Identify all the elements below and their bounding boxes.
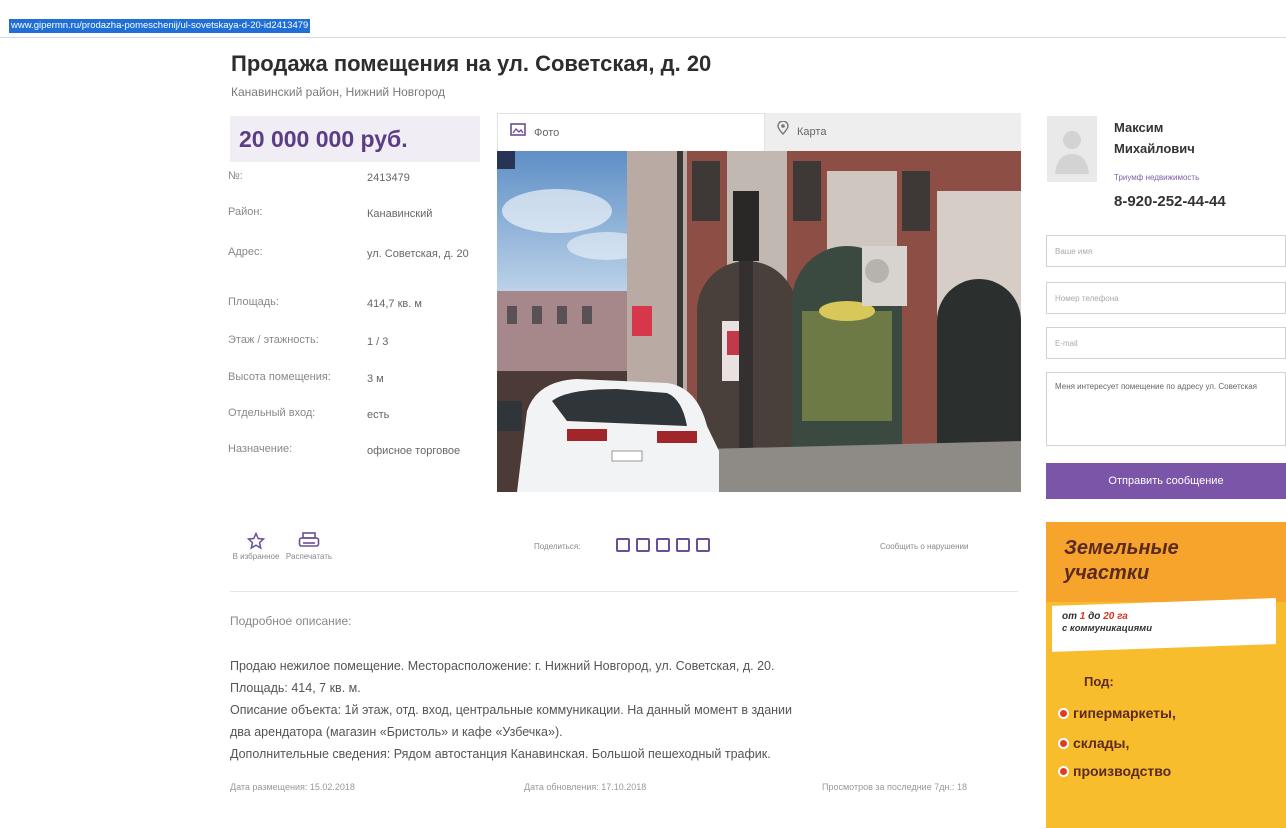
param-value: офисное торговое [367, 445, 461, 457]
param-value: 414,7 кв. м [367, 298, 422, 310]
param-value: 3 м [367, 373, 384, 385]
price-box: 20 000 000 руб. [230, 116, 480, 162]
banner-item: склады, [1058, 735, 1129, 751]
share-label: Поделиться: [534, 542, 581, 551]
media-tabs: Фото Карта [497, 113, 1021, 151]
bullet-icon [1058, 738, 1069, 749]
param-label: Площадь: [228, 296, 279, 308]
banner-header: Земельные участки [1046, 522, 1286, 602]
banner-range-note: с коммуникациями [1062, 623, 1152, 634]
avatar [1047, 116, 1097, 182]
name-field[interactable]: Ваше имя [1046, 235, 1286, 267]
star-icon [232, 531, 280, 552]
bullet-icon [1058, 766, 1069, 777]
divider [0, 37, 1286, 38]
page-subtitle: Канавинский район, Нижний Новгород [231, 85, 446, 99]
banner-range: от 1 до 20 га [1062, 611, 1128, 622]
listing-photo[interactable] [497, 151, 1021, 492]
print-button[interactable]: Распечатать [284, 532, 334, 561]
message-field[interactable]: Меня интересует помещение по адресу ул. … [1046, 372, 1286, 446]
banner-range-text: от [1062, 611, 1080, 622]
description-line: Продаю нежилое помещение. Месторасположе… [230, 659, 775, 673]
share-twitter-icon[interactable] [656, 538, 670, 552]
agent-phone: 8-920-252-44-44 [1114, 193, 1226, 210]
description-line: Дополнительные сведения: Рядом автостанц… [230, 747, 771, 761]
tab-map[interactable]: Карта [765, 113, 1021, 151]
share-vk-icon[interactable] [616, 538, 630, 552]
param-label: Отдельный вход: [228, 407, 316, 419]
send-message-button[interactable]: Отправить сообщение [1046, 463, 1286, 499]
price: 20 000 000 руб. [239, 126, 408, 152]
selected-url: www.gipermn.ru/prodazha-pomeschenij/ul-s… [9, 19, 311, 33]
description-line: Площадь: 414, 7 кв. м. [230, 681, 361, 695]
tab-map-label: Карта [797, 126, 827, 138]
param-label: Адрес: [228, 246, 263, 258]
share-mailru-icon[interactable] [696, 538, 710, 552]
param-label: Район: [228, 206, 263, 218]
banner-title-line: Земельные [1064, 537, 1179, 559]
printer-icon [284, 532, 334, 552]
description-title: Подробное описание: [230, 614, 352, 628]
param-value: 1 / 3 [367, 336, 389, 348]
banner-item-label: склады, [1073, 735, 1130, 751]
print-label: Распечатать [285, 552, 333, 561]
ad-banner[interactable]: Земельные участки от 1 до 20 га с коммун… [1046, 522, 1286, 828]
share-facebook-icon[interactable] [636, 538, 650, 552]
report-link[interactable]: Сообщить о нарушении [880, 542, 968, 551]
banner-range-value: 20 га [1103, 611, 1128, 622]
param-label: Этаж / этажность: [228, 334, 319, 346]
param-label: Назначение: [228, 443, 293, 455]
banner-item: гипермаркеты, [1058, 705, 1176, 721]
param-value: 2413479 [367, 172, 410, 184]
banner-for: Под: [1084, 674, 1114, 689]
param-value: есть [367, 409, 390, 421]
banner-title-line: участки [1064, 562, 1150, 584]
views-count: Просмотров за последние 7дн.: 18 [822, 782, 967, 792]
page-title: Продажа помещения на ул. Советская, д. 2… [231, 51, 712, 76]
posted-date: Дата размещения: 15.02.2018 [230, 782, 355, 792]
tab-photo-label: Фото [534, 127, 560, 139]
share-odnoklassniki-icon[interactable] [676, 538, 690, 552]
divider [230, 591, 1018, 592]
description-text: Продаю нежилое помещение. Месторасположе… [230, 655, 1020, 765]
param-label: №: [228, 170, 243, 182]
top-caption-fragment [0, 0, 1286, 14]
agent-company[interactable]: Триумф недвижимость [1114, 173, 1199, 182]
banner-title: Земельные участки [1064, 536, 1179, 586]
banner-item-label: производство [1073, 763, 1172, 779]
banner-item: производство [1058, 763, 1171, 779]
phone-field[interactable]: Номер телефона [1046, 282, 1286, 314]
tab-photo[interactable]: Фото [497, 113, 765, 151]
agent-name: Максим Михайлович [1114, 120, 1195, 156]
email-field[interactable]: E-mail [1046, 327, 1286, 359]
favorite-button[interactable]: В избранное [232, 531, 280, 561]
param-value: ул. Советская, д. 20 [367, 248, 469, 260]
description-line: Описание объекта: 1й этаж, отд. вход, це… [230, 703, 793, 717]
description-line: два арендатора (магазин «Бристоль» и каф… [230, 725, 563, 739]
banner-item-label: гипермаркеты, [1073, 705, 1176, 721]
favorite-label: В избранное [232, 552, 280, 561]
photo-icon [510, 114, 526, 152]
param-label: Высота помещения: [228, 371, 331, 383]
banner-range-text: до [1085, 611, 1104, 622]
updated-date: Дата обновления: 17.10.2018 [524, 782, 647, 792]
map-pin-icon [777, 113, 789, 151]
bullet-icon [1058, 708, 1069, 719]
param-value: Канавинский [367, 208, 433, 220]
listing-actions: В избранное Распечатать Поделиться: Сооб… [232, 531, 1022, 572]
